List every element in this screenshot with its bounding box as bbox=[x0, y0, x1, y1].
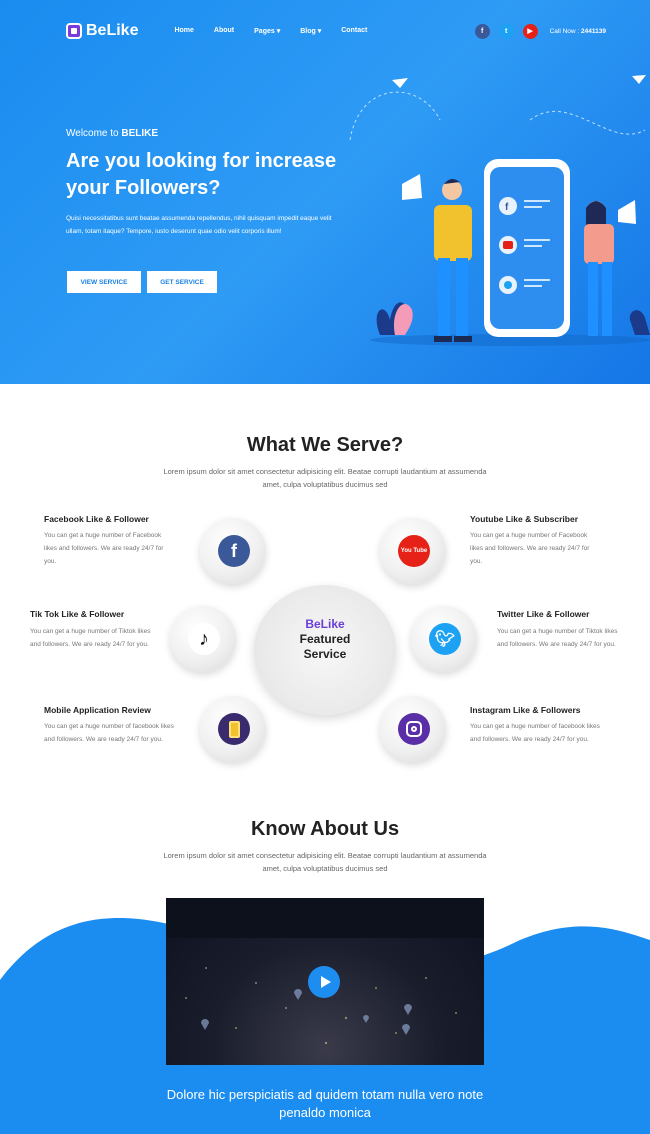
call-now: Call Now : 2441139 bbox=[549, 27, 606, 35]
twitter-icon[interactable]: t bbox=[498, 23, 514, 39]
service-desc-instagram: You can get a huge number of facebook li… bbox=[470, 723, 600, 743]
like-icon bbox=[66, 23, 82, 39]
youtube-icon: You Tube bbox=[398, 535, 430, 567]
nav-home[interactable]: Home bbox=[174, 27, 193, 35]
page: BeLike Home About Pages ▾ Blog ▾ Contact… bbox=[0, 0, 650, 1134]
nav-contact[interactable]: Contact bbox=[341, 27, 367, 35]
about-title: Know About Us bbox=[250, 818, 400, 840]
instagram-icon bbox=[398, 713, 430, 745]
serve-subtitle: Lorem ipsum dolor sit amet consectetur a… bbox=[163, 467, 487, 489]
play-button[interactable] bbox=[308, 966, 340, 998]
service-title-mobile: Mobile Application Review bbox=[44, 705, 151, 715]
hero-description: Quisi necessitatibus sunt beatae assumen… bbox=[66, 215, 332, 235]
tiktok-icon: ♪ bbox=[188, 623, 220, 655]
hero-illustration: f bbox=[370, 159, 650, 346]
center-line-service: Service bbox=[303, 647, 347, 661]
mobile-app-icon bbox=[218, 713, 250, 745]
service-title-instagram: Instagram Like & Followers bbox=[470, 705, 581, 715]
facebook-icon[interactable]: f bbox=[474, 23, 490, 39]
serve-title: What We Serve? bbox=[246, 434, 404, 456]
service-desc-twitter: You can get a huge number of Tiktok like… bbox=[497, 628, 618, 648]
welcome-text: Welcome to BELIKE bbox=[66, 128, 159, 139]
social-links: f t ▶ Call Now : 2441139 bbox=[474, 23, 606, 39]
main-menu: Home About Pages ▾ Blog ▾ Contact bbox=[174, 27, 387, 35]
nav-pages[interactable]: Pages ▾ bbox=[254, 27, 280, 35]
featured-service-label: BeLike Featured Service bbox=[254, 617, 396, 662]
get-service-button[interactable]: GET SERVICE bbox=[147, 271, 217, 293]
twitter-icon: 🐦︎ bbox=[429, 623, 461, 655]
service-title-twitter: Twitter Like & Follower bbox=[497, 609, 590, 619]
service-desc-tiktok: You can get a huge number of Tiktok like… bbox=[30, 628, 151, 648]
service-desc-mobile: You can get a huge number of facebook li… bbox=[44, 723, 174, 743]
hero-title: Are you looking for increase your Follow… bbox=[66, 150, 337, 199]
service-desc-youtube: You can get a huge number of Facebook li… bbox=[470, 532, 590, 565]
hero-section: BeLike Home About Pages ▾ Blog ▾ Contact… bbox=[0, 0, 650, 384]
youtube-icon[interactable]: ▶ bbox=[522, 23, 538, 39]
about-subtitle: Lorem ipsum dolor sit amet consectetur a… bbox=[163, 851, 487, 873]
service-title-tiktok: Tik Tok Like & Follower bbox=[30, 609, 125, 619]
center-line-featured: Featured bbox=[299, 632, 351, 646]
view-service-button[interactable]: VIEW SERVICE bbox=[67, 271, 141, 293]
nav-about[interactable]: About bbox=[214, 27, 234, 35]
logo-text: BeLike bbox=[86, 22, 139, 39]
service-title-facebook: Facebook Like & Follower bbox=[44, 514, 149, 524]
facebook-icon: f bbox=[218, 535, 250, 567]
about-bottom-text: Dolore hic perspiciatis ad quidem totam … bbox=[166, 1087, 484, 1120]
logo[interactable]: BeLike bbox=[66, 22, 138, 40]
service-title-youtube: Youtube Like & Subscriber bbox=[470, 514, 579, 524]
nav-blog[interactable]: Blog ▾ bbox=[300, 27, 321, 35]
navbar: BeLike Home About Pages ▾ Blog ▾ Contact… bbox=[66, 18, 606, 44]
service-desc-facebook: You can get a huge number of Facebook li… bbox=[44, 532, 164, 565]
center-brand: BeLike bbox=[305, 617, 345, 631]
